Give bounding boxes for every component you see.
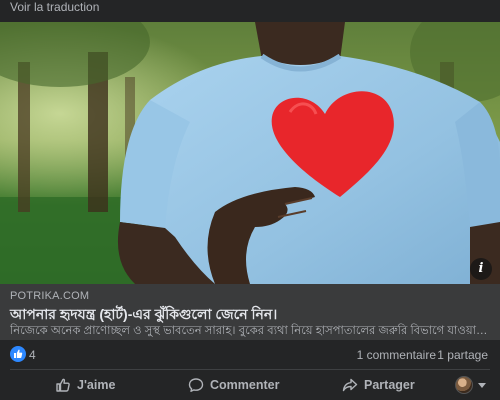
info-icon[interactable]: i <box>470 258 492 280</box>
action-bar: J'aime Commenter Partager <box>0 370 500 400</box>
comment-button[interactable]: Commenter <box>188 374 279 396</box>
like-button[interactable]: J'aime <box>55 374 115 396</box>
thumbs-up-icon <box>56 378 70 392</box>
avatar <box>455 376 473 394</box>
like-reaction-icon[interactable] <box>10 346 26 362</box>
share-label: Partager <box>364 378 415 392</box>
comment-bubble-icon <box>188 378 204 392</box>
share-button[interactable]: Partager <box>342 374 415 396</box>
comment-label: Commenter <box>210 378 280 392</box>
link-preview[interactable]: POTRIKA.COM আপনার হৃদযন্ত্র (হার্ট)-এর ঝ… <box>0 284 500 340</box>
link-domain: POTRIKA.COM <box>10 290 90 302</box>
share-arrow-icon <box>342 378 358 392</box>
heart-on-chest-photo <box>0 22 500 284</box>
post-image[interactable]: i <box>0 22 500 284</box>
comments-count[interactable]: 1 commentaire <box>357 348 436 362</box>
shares-count[interactable]: 1 partage <box>437 348 488 362</box>
caret-down-icon <box>478 382 486 388</box>
audience-selector[interactable] <box>455 376 486 394</box>
post-stats: 4 1 commentaire 1 partage <box>0 340 500 370</box>
facebook-post: Voir la traduction i POTRIKA.COM আপনার হ… <box>0 0 500 400</box>
like-label: J'aime <box>77 378 116 392</box>
reaction-count[interactable]: 4 <box>29 348 36 362</box>
link-description: নিজেকে অনেক প্রাণোচ্ছল ও সুস্থ ভাবতেন সা… <box>10 325 488 337</box>
see-translation-link[interactable]: Voir la traduction <box>10 0 99 16</box>
